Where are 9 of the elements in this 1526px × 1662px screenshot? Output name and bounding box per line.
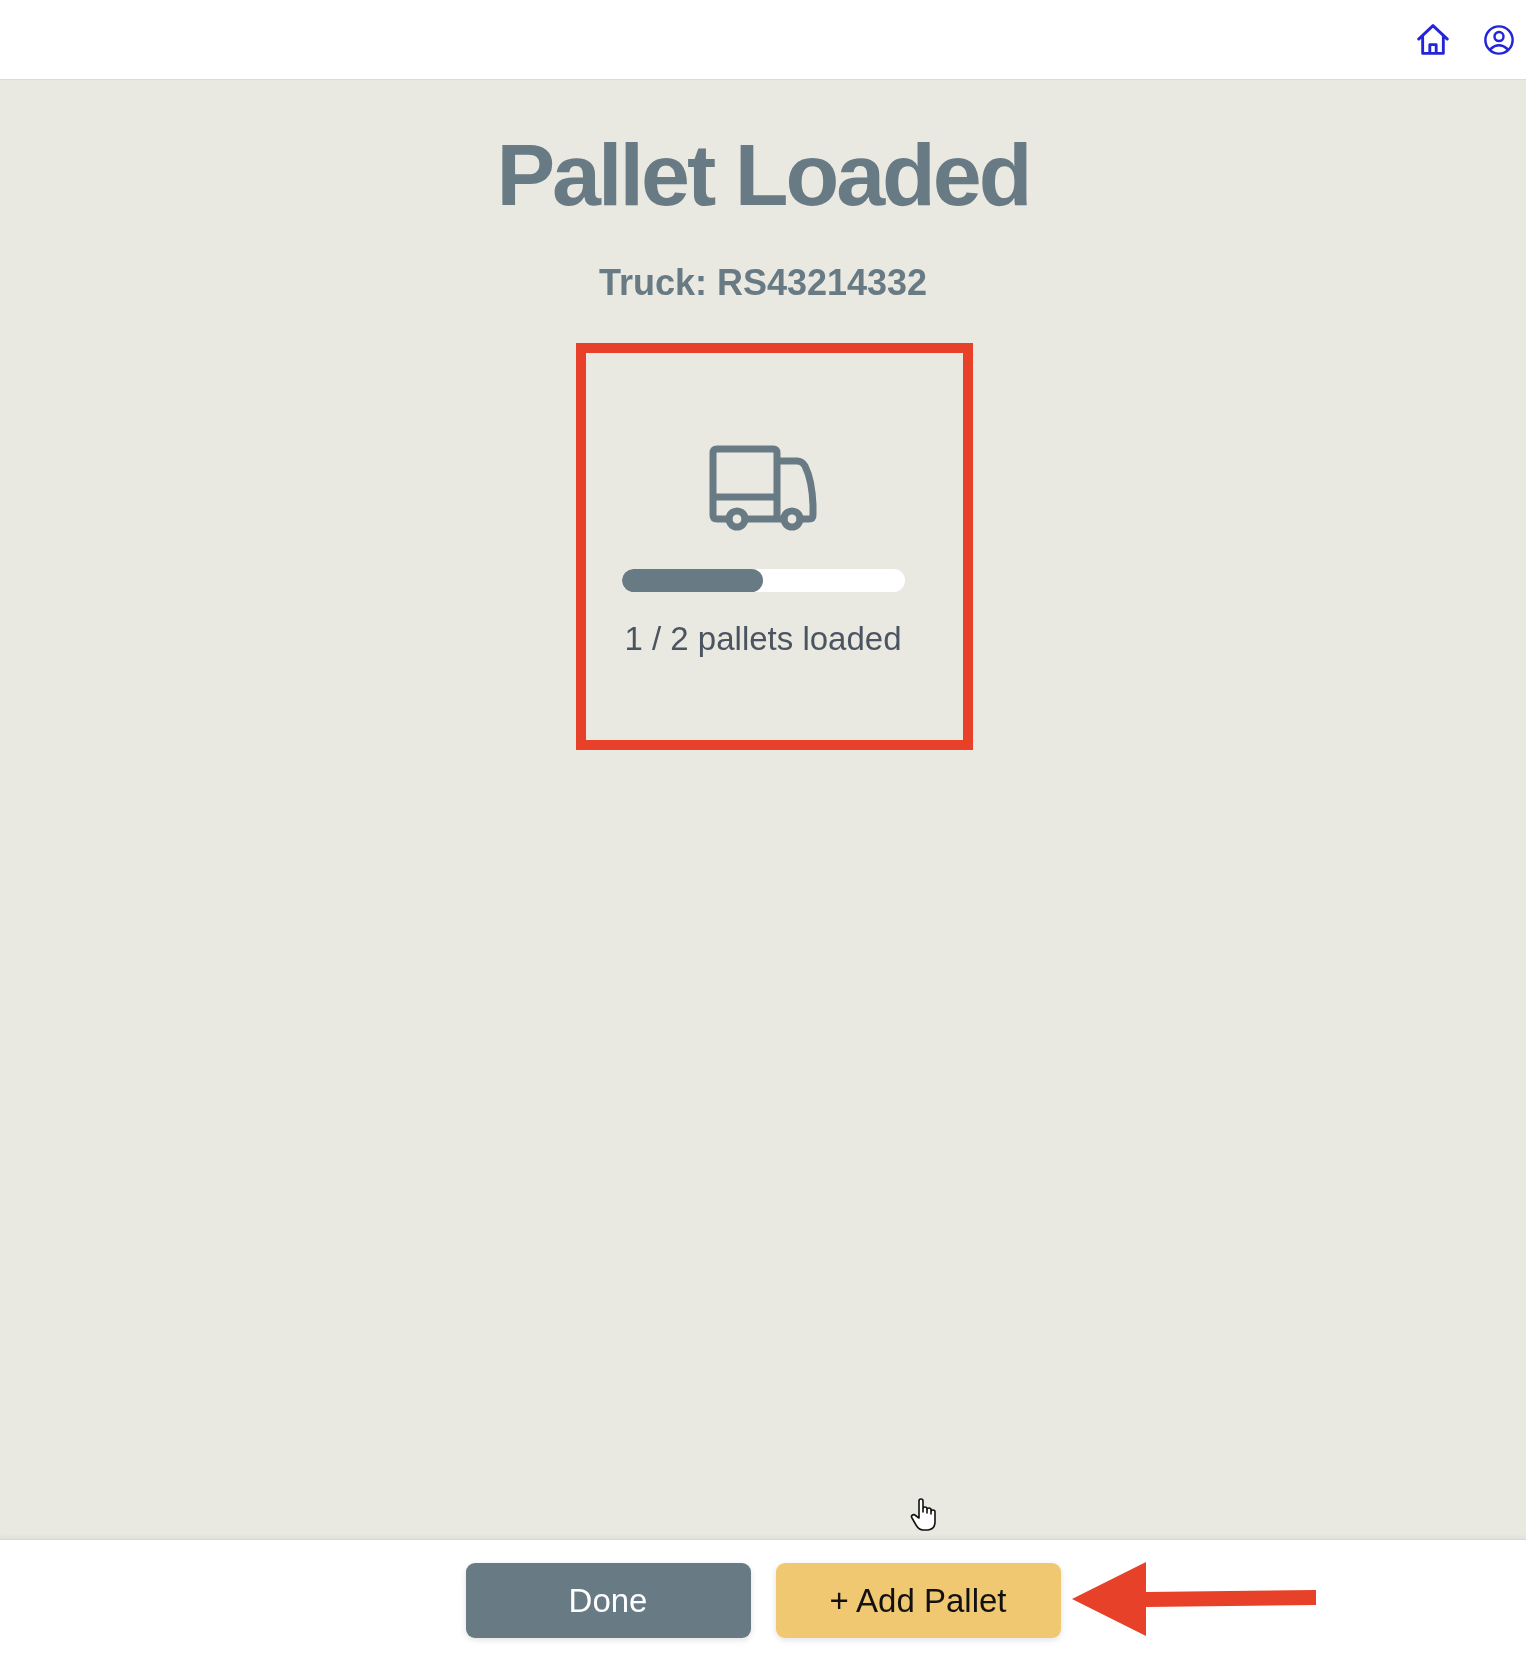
home-icon[interactable] [1417, 24, 1449, 55]
secondary-button[interactable]: Done [465, 1563, 751, 1638]
truck-label: Truck: RS43214332 [598, 260, 928, 304]
primary-button[interactable]: + Add Pallet [775, 1563, 1061, 1638]
truck-icon [709, 445, 817, 531]
hand-cursor-icon [910, 1497, 937, 1532]
page-title: Pallet Loaded [496, 127, 1030, 224]
user-icon[interactable] [1484, 24, 1514, 55]
progress-caption: 1 / 2 pallets loaded [624, 619, 902, 659]
